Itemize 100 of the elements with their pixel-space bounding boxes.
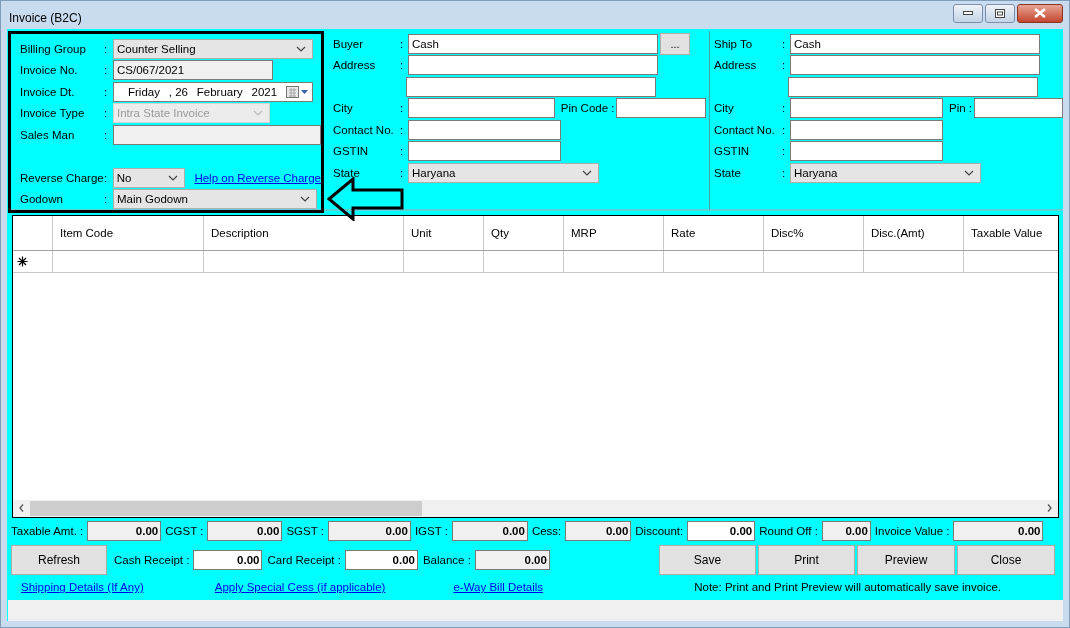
caret-icon (296, 45, 306, 52)
field-label: Pin Code : (560, 102, 615, 114)
calendar-icon (285, 85, 310, 98)
input-field[interactable] (788, 76, 1038, 97)
input-field[interactable] (112, 124, 321, 145)
input-field[interactable]: Cash (790, 33, 1040, 54)
input-field[interactable] (790, 98, 943, 118)
colon: : (399, 123, 405, 136)
maximize-button[interactable] (985, 3, 1015, 23)
field-label: Invoice No. (20, 64, 79, 76)
input-field[interactable] (408, 55, 658, 75)
dropdown[interactable]: No (112, 167, 186, 188)
caret-icon (964, 169, 974, 176)
input-field[interactable]: CS/067/2021 (113, 60, 273, 80)
dropdown[interactable]: Main Godown (113, 189, 317, 209)
field-label: GSTIN (714, 145, 751, 157)
field-label: State (714, 166, 742, 179)
link[interactable]: e-Way Bill Details (453, 581, 544, 594)
colon: : (103, 171, 109, 184)
input-field[interactable] (616, 98, 706, 118)
note-text: Note: Print and Print Preview will automatically save invoice. (694, 581, 1001, 594)
input-field[interactable] (408, 141, 561, 161)
input-field[interactable] (974, 98, 1063, 118)
field-label: Contact No. (333, 123, 395, 136)
colon: : (781, 145, 787, 157)
column-header: Qty (484, 216, 564, 250)
column-header: MRP (564, 216, 664, 250)
close-button[interactable] (1017, 3, 1063, 23)
colon: : (781, 123, 787, 136)
action-button[interactable]: Save (659, 545, 756, 576)
browse-button[interactable]: ... (660, 32, 690, 55)
total-label: Cess: (531, 524, 562, 537)
total-label: IGST : (414, 524, 448, 537)
total-label: Taxable Amt. : (11, 524, 84, 537)
dropdown[interactable]: Haryana (790, 162, 981, 183)
amount-field[interactable]: 0.00 (565, 520, 632, 541)
field-label: Address (333, 59, 377, 71)
colon: : (399, 102, 405, 114)
field-label: City (333, 102, 354, 114)
amount-field[interactable]: 0.00 (953, 520, 1044, 541)
close-icon (1034, 8, 1046, 18)
amount-field[interactable]: 0.00 (344, 550, 418, 571)
action-button[interactable]: Preview (857, 545, 955, 576)
input-field[interactable]: Cash (408, 33, 658, 54)
link[interactable]: Apply Special Cess (if applicable) (214, 581, 386, 594)
colon: : (103, 85, 109, 98)
help-link[interactable]: Help on Reverse Charge (194, 171, 321, 184)
input-field[interactable] (790, 119, 943, 140)
action-button[interactable]: Print (758, 545, 855, 576)
date-picker[interactable]: Friday , 26 February 2021 (113, 81, 313, 102)
colon: : (781, 37, 787, 50)
field-label: Ship To (714, 37, 754, 50)
total-label: Round Off : (759, 524, 818, 537)
input-field[interactable] (790, 55, 1040, 75)
caret-icon (253, 110, 263, 116)
dropdown[interactable]: Haryana (408, 162, 599, 183)
total-label: Discount: (635, 524, 684, 537)
amount-field[interactable]: 0.00 (687, 520, 756, 541)
action-button[interactable]: Close (957, 545, 1055, 576)
total-label: Invoice Value : (874, 524, 950, 537)
input-field[interactable] (790, 141, 943, 161)
amount-field[interactable]: 0.00 (451, 520, 528, 541)
scroll-right-icon (1047, 504, 1052, 513)
colon: : (781, 59, 787, 71)
amount-field[interactable]: 0.00 (193, 550, 263, 571)
caret-icon (300, 196, 310, 202)
column-header: Rate (664, 216, 764, 250)
colon: : (103, 64, 109, 76)
link[interactable]: Shipping Details (If Any) (21, 581, 144, 594)
field-label: Pin : (949, 102, 972, 114)
new-row-icon (17, 256, 28, 267)
refresh-button[interactable]: Refresh (11, 545, 107, 576)
field-label: Contact No. (714, 123, 776, 136)
column-header: Taxable Value (964, 216, 1058, 250)
field-label: State (333, 166, 361, 179)
dropdown[interactable]: Counter Selling (113, 38, 313, 59)
amount-field[interactable]: 0.00 (87, 520, 162, 541)
window-title: Invoice (B2C) (8, 11, 82, 25)
input-field[interactable] (406, 76, 656, 97)
input-field[interactable] (408, 119, 561, 140)
colon: : (103, 42, 109, 55)
input-field[interactable] (407, 98, 555, 118)
receipt-label: Balance : (422, 554, 471, 567)
horizontal-scrollbar[interactable] (13, 499, 1058, 517)
scroll-left-icon (19, 504, 24, 513)
colon: : (103, 107, 109, 119)
amount-field[interactable]: 0.00 (327, 520, 411, 541)
minimize-button[interactable] (953, 3, 983, 23)
colon: : (399, 37, 405, 50)
receipt-label: Card Receipt : (267, 554, 341, 567)
amount-field[interactable]: 0.00 (821, 520, 871, 541)
field-label: GSTIN (333, 145, 370, 157)
total-label: SGST : (286, 524, 324, 537)
colon: : (781, 102, 787, 114)
amount-field[interactable]: 0.00 (474, 550, 550, 571)
amount-field[interactable]: 0.00 (207, 520, 283, 541)
colon: : (781, 166, 787, 179)
field-label: Invoice Dt. (20, 85, 76, 98)
colon: : (399, 59, 405, 71)
maximize-icon (995, 8, 1005, 18)
